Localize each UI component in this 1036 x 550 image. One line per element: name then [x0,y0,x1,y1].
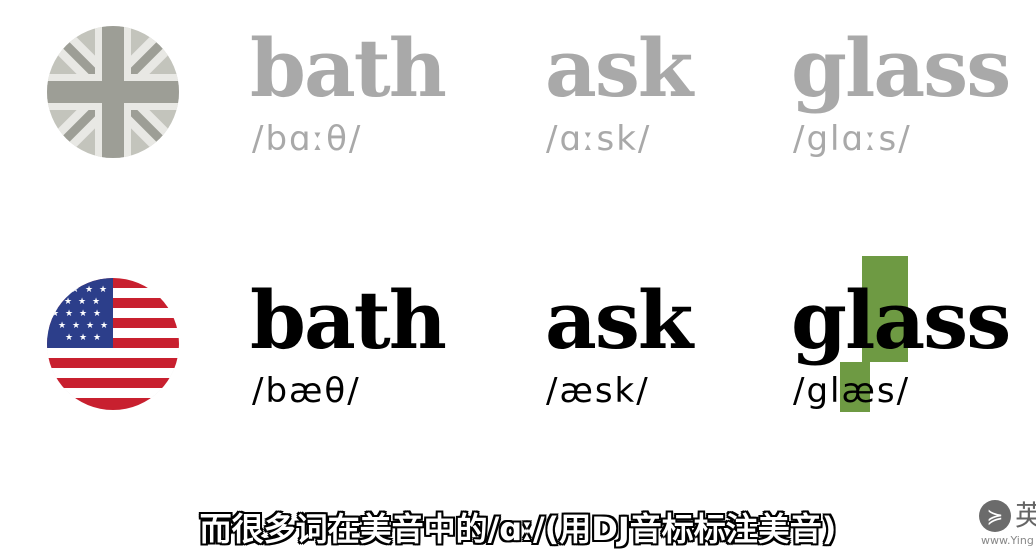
uk-word-ask: ask [545,21,693,115]
logo-url: www.Ying [981,534,1034,547]
svg-text:★: ★ [92,297,100,307]
us-ipa-glass: /glæs/ [793,371,911,411]
uk-ipa-glass: /glɑːs/ [793,119,912,159]
svg-text:★: ★ [93,333,101,343]
us-word-ask: ask [545,273,693,367]
watermark-logo: ≽ 英 www.Ying [979,498,1036,550]
ying-logo-icon: ≽ [979,500,1011,532]
us-ipa-ask: /æsk/ [546,371,650,411]
svg-text:★: ★ [64,297,72,307]
us-word-bath: bath [250,273,447,367]
svg-text:★: ★ [86,321,94,331]
svg-text:★: ★ [79,333,87,343]
svg-text:★: ★ [57,285,65,295]
logo-text: 英 [1015,499,1036,532]
uk-word-glass: glass [791,21,1011,115]
svg-text:★: ★ [99,285,107,295]
svg-text:★: ★ [58,321,66,331]
svg-text:★: ★ [79,309,87,319]
svg-text:★: ★ [51,309,59,319]
us-ipa-bath: /bæθ/ [252,371,361,411]
uk-flag-icon [47,26,179,158]
svg-text:★: ★ [72,321,80,331]
us-word-glass: glass [791,273,1011,367]
uk-word-bath: bath [250,21,447,115]
svg-text:★: ★ [93,309,101,319]
uk-ipa-ask: /ɑːsk/ [546,119,652,159]
svg-text:★: ★ [78,297,86,307]
subtitle-caption: 而很多词在美音中的/ɑː/(用DJ音标标注美音) [199,510,837,548]
svg-text:★: ★ [85,285,93,295]
svg-text:★: ★ [100,321,108,331]
us-flag-icon: ★ ★ ★ ★ ★ ★ ★ ★ ★ ★ ★ ★ ★ ★ ★ ★ ★ ★ [47,278,179,410]
svg-text:★: ★ [65,333,73,343]
uk-ipa-bath: /bɑːθ/ [252,119,363,159]
svg-text:★: ★ [71,285,79,295]
svg-text:★: ★ [65,309,73,319]
